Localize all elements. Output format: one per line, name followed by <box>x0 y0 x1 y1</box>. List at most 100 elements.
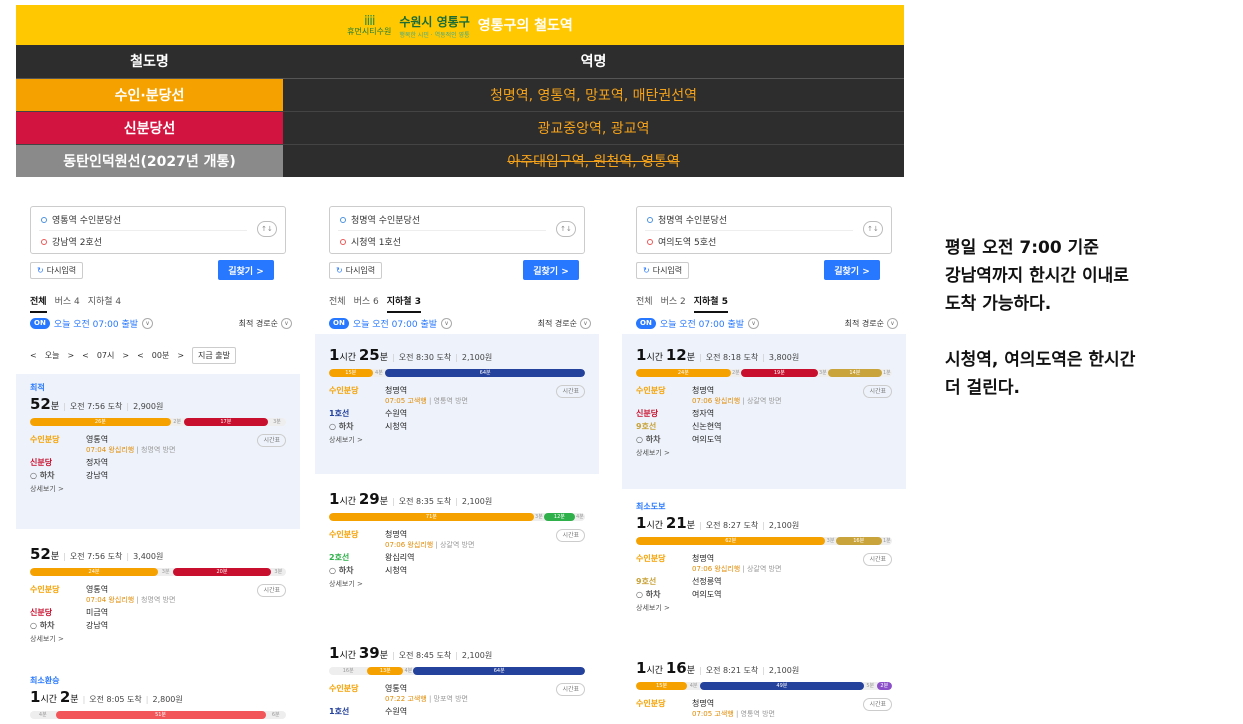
search-button[interactable]: 길찾기 > <box>218 260 274 280</box>
sort-select[interactable]: 최적 경로순 ∨ <box>845 318 898 329</box>
timeline-segment: 24분 <box>30 568 158 576</box>
route-card[interactable]: 1시간 29분 | 오전 8:35 도착 | 2,100원 71분 3분 12분 4분 수인분당 청… <box>315 478 599 628</box>
district-slogan: 행복한 시민 · 역동적인 영통 <box>399 32 470 39</box>
destination-field[interactable]: 강남역 2호선 <box>41 235 102 248</box>
screen: iiii 휴먼시티수원 수원시 영통구 행복한 시민 · 역동적인 영통 영통구… <box>0 0 1243 724</box>
swap-icon[interactable]: ↑↓ <box>257 221 277 237</box>
detail-link[interactable]: 상세보기 > <box>30 484 286 494</box>
time-select-item[interactable]: > <box>177 351 184 360</box>
time-select-item[interactable]: 오늘 <box>45 350 60 361</box>
timetable-button[interactable]: 시간표 <box>556 385 585 398</box>
step-detail: 영통역 07:04 왕십리행 | 청명역 방면 <box>86 434 175 455</box>
route-card[interactable]: 최적 52분 | 오전 7:56 도착 | 2,900원 26분 2분 17분 3분 수인분당 영통역… <box>16 374 300 529</box>
origin-field[interactable]: 영통역 수인분당선 <box>41 213 121 226</box>
header-banner: iiii 휴먼시티수원 수원시 영통구 행복한 시민 · 역동적인 영통 영통구… <box>16 5 904 45</box>
time-select-item[interactable]: > <box>122 351 129 360</box>
timeline-segment: 20분 <box>173 568 271 576</box>
step-detail: 신논현역 <box>692 421 721 432</box>
step-direction: | 영통역 방면 <box>428 397 468 405</box>
chevron-down-icon: ∨ <box>887 318 898 329</box>
note-block: 평일 오전 7:00 기준 강남역까지 한시간 이내로 도착 가능하다. 시청역, … <box>945 234 1135 402</box>
tab-2[interactable]: 지하철 4 <box>88 294 121 313</box>
time-select-item[interactable]: 지금 출발 <box>192 346 237 364</box>
timetable-button[interactable]: 시간표 <box>556 529 585 542</box>
route-panel-gangnam: 영통역 수인분당선강남역 2호선 ↑↓ ↻ 다시입력 길찾기 > 전체 버스 4 지하철 4 O… <box>16 196 300 720</box>
tab-1[interactable]: 버스 6 <box>354 294 379 313</box>
timetable-button[interactable]: 시간표 <box>863 698 892 711</box>
timetable-button[interactable]: 시간표 <box>556 683 585 696</box>
on-toggle[interactable]: ON <box>30 318 50 329</box>
time-select-item[interactable]: < <box>137 351 144 360</box>
destination-field[interactable]: 시청역 1호선 <box>340 235 401 248</box>
detail-link[interactable]: 상세보기 > <box>30 634 286 644</box>
step-direction: | 상갈역 방면 <box>742 397 782 405</box>
timetable-button[interactable]: 시간표 <box>257 584 286 597</box>
tab-0[interactable]: 전체 <box>329 294 346 313</box>
swap-icon[interactable]: ↑↓ <box>556 221 576 237</box>
step-detail: 여의도역 <box>692 589 721 600</box>
route-timeline-bar: 24분 2분 19분 3분 14분 1분 <box>636 369 892 377</box>
chevron-down-icon[interactable]: ∨ <box>441 318 453 329</box>
route-summary: 1시간 12분 | 오전 8:18 도착 | 3,800원 <box>636 346 892 364</box>
route-summary: 1시간 29분 | 오전 8:35 도착 | 2,100원 <box>329 490 585 508</box>
step-line: 1호선 <box>329 409 350 418</box>
route-card[interactable]: 1시간 25분 | 오전 8:30 도착 | 2,100원 15분 4분 64분 수인분당 청명역… <box>315 334 599 474</box>
sort-select[interactable]: 최적 경로순 ∨ <box>538 318 591 329</box>
time-select-item[interactable]: < <box>82 351 89 360</box>
time-select-item[interactable]: < <box>30 351 37 360</box>
tab-2[interactable]: 지하철 3 <box>386 294 421 313</box>
step-detail: 영통역 07:22 고색행 | 망포역 방면 <box>385 683 468 704</box>
origin-field[interactable]: 청명역 수인분당선 <box>647 213 727 226</box>
step-detail: 수원역 <box>385 408 407 419</box>
timeline-segment: 2분 <box>173 419 182 425</box>
departure-time[interactable]: 오늘 오전 07:00 출발 <box>660 317 744 330</box>
on-toggle[interactable]: ON <box>329 318 349 329</box>
route-card[interactable]: 1시간 16분 | 오전 8:21 도착 | 2,100원 15분 4분 49분 5분 2분 수인분… <box>622 647 906 720</box>
search-button[interactable]: 길찾기 > <box>523 260 579 280</box>
stations-sinbundang: 광교중앙역, 광교역 <box>283 110 904 144</box>
on-toggle[interactable]: ON <box>636 318 656 329</box>
route-card[interactable]: 1시간 12분 | 오전 8:18 도착 | 3,800원 24분 2분 19분 3분 14분 1분… <box>622 334 906 489</box>
route-timeline-bar: 15분 4분 64분 <box>329 369 585 377</box>
route-step: 수인분당 영통역 07:22 고색행 | 망포역 방면 시간표 <box>329 683 585 704</box>
timetable-button[interactable]: 시간표 <box>863 553 892 566</box>
chevron-down-icon[interactable]: ∨ <box>142 318 154 329</box>
departure-time[interactable]: 오늘 오전 07:00 출발 <box>353 317 437 330</box>
tab-1[interactable]: 버스 4 <box>55 294 80 313</box>
sort-select[interactable]: 최적 경로순 ∨ <box>239 318 292 329</box>
unit-min: 분 <box>70 695 79 705</box>
destination-dot-icon <box>340 238 346 245</box>
time-select-item[interactable]: 07시 <box>97 350 115 361</box>
swap-icon[interactable]: ↑↓ <box>863 221 883 237</box>
tab-2[interactable]: 지하철 5 <box>693 294 728 313</box>
timetable-button[interactable]: 시간표 <box>257 434 286 447</box>
time-select-item[interactable]: 00분 <box>152 350 170 361</box>
search-button[interactable]: 길찾기 > <box>824 260 880 280</box>
field-divider <box>39 230 247 231</box>
departure-time[interactable]: 오늘 오전 07:00 출발 <box>54 317 138 330</box>
detail-link[interactable]: 상세보기 > <box>329 435 585 445</box>
detail-link[interactable]: 상세보기 > <box>329 579 585 589</box>
detail-link[interactable]: 상세보기 > <box>636 603 892 613</box>
route-card[interactable]: 최소환승 1시간 2분 | 오전 8:05 도착 | 2,800원 4분 51분 6분 <box>16 667 300 720</box>
timetable-button[interactable]: 시간표 <box>863 385 892 398</box>
step-station: 시청역 <box>385 566 408 575</box>
detail-link[interactable]: 상세보기 > <box>636 448 892 458</box>
reset-button[interactable]: ↻ 다시입력 <box>30 262 84 279</box>
tab-0[interactable]: 전체 <box>636 294 653 313</box>
chevron-down-icon[interactable]: ∨ <box>748 318 760 329</box>
route-card[interactable]: 최소도보 1시간 21분 | 오전 8:27 도착 | 2,100원 62분 3분 16분 1분 수… <box>622 493 906 643</box>
route-step: 9호선 신논현역 <box>636 421 892 432</box>
timeline-segment: 3분 <box>818 370 827 376</box>
reset-button[interactable]: ↻ 다시입력 <box>329 262 383 279</box>
route-card[interactable]: 1시간 39분 | 오전 8:45 도착 | 2,100원 16분 13분 4분 64분 수인분당… <box>315 632 599 720</box>
route-card[interactable]: 52분 | 오전 7:56 도착 | 3,400원 24분 3분 20분 3분 수인분당 영통역 07… <box>16 533 300 663</box>
destination-field[interactable]: 여의도역 5호선 <box>647 235 716 248</box>
reset-button[interactable]: ↻ 다시입력 <box>636 262 690 279</box>
step-detail: 강남역 <box>86 470 108 481</box>
origin-field[interactable]: 청명역 수인분당선 <box>340 213 420 226</box>
time-select-item[interactable]: > <box>67 351 74 360</box>
tab-0[interactable]: 전체 <box>30 294 47 313</box>
divider: | <box>126 552 130 561</box>
tab-1[interactable]: 버스 2 <box>661 294 686 313</box>
